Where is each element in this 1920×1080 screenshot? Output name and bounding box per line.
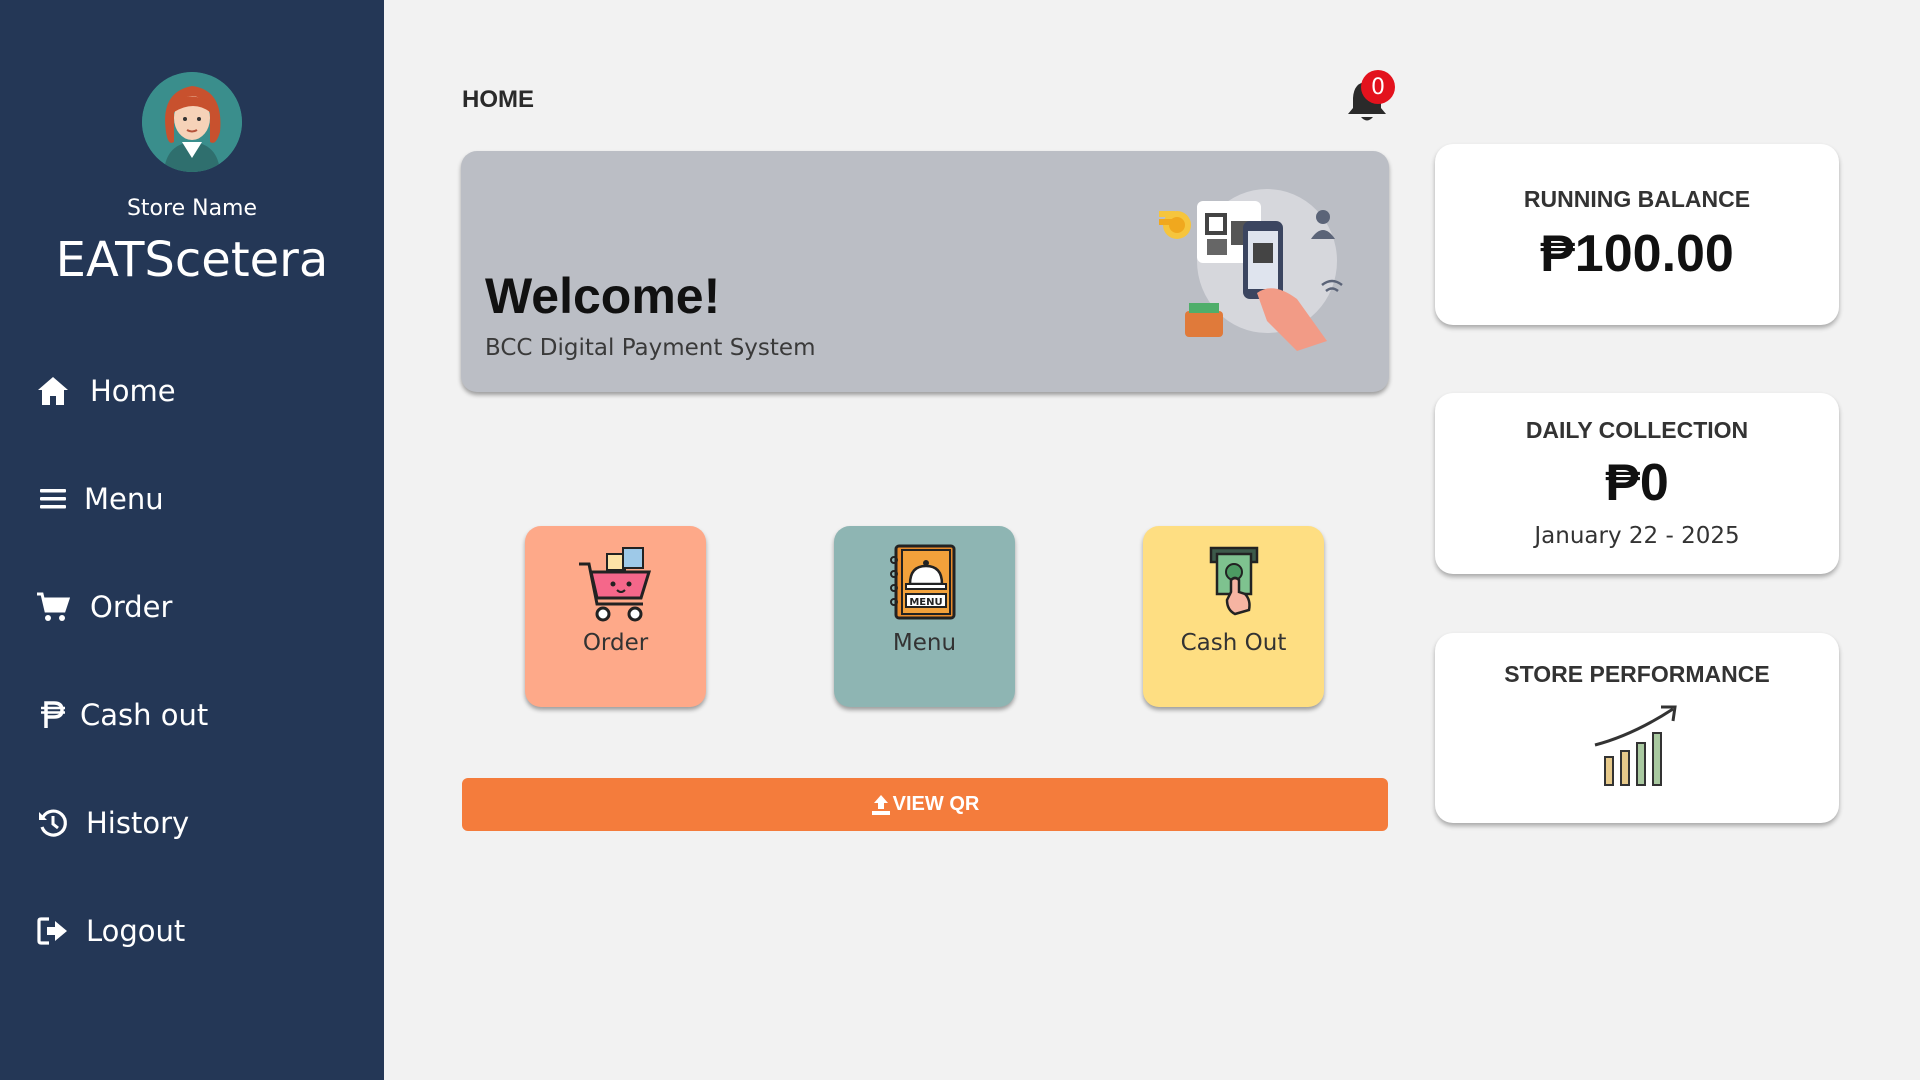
sidebar-item-label: History xyxy=(86,806,190,840)
upload-icon xyxy=(871,794,891,816)
welcome-subtitle: BCC Digital Payment System xyxy=(485,335,816,361)
growth-chart-icon xyxy=(1593,705,1683,789)
daily-collection-date: January 22 - 2025 xyxy=(1534,523,1740,549)
order-tile-button[interactable]: Order xyxy=(525,526,706,707)
store-performance-title: STORE PERFORMANCE xyxy=(1504,661,1770,687)
sidebar-item-label: Order xyxy=(90,590,173,624)
shopping-cart-icon xyxy=(577,544,655,622)
order-tile-label: Order xyxy=(582,630,649,656)
cash-out-tile-button[interactable]: Cash Out xyxy=(1143,526,1324,707)
menu-book-icon: MENU xyxy=(886,544,964,622)
sidebar-item-history[interactable]: History xyxy=(36,795,189,851)
running-balance-card: RUNNING BALANCE ₱100.00 xyxy=(1435,144,1839,325)
store-label: Store Name xyxy=(126,196,258,221)
history-icon xyxy=(36,806,70,840)
menu-tile-label: Menu xyxy=(892,630,957,656)
sidebar-item-home[interactable]: Home xyxy=(36,363,176,419)
running-balance-value: ₱100.00 xyxy=(1540,225,1734,283)
store-name: EATScetera xyxy=(55,232,329,288)
svg-text:MENU: MENU xyxy=(909,597,942,608)
qr-payment-illustration-icon xyxy=(1157,181,1357,361)
welcome-heading: Welcome! xyxy=(485,268,721,324)
cash-out-tile-label: Cash Out xyxy=(1180,630,1287,656)
page-title: HOME xyxy=(462,86,534,113)
sidebar-item-logout[interactable]: Logout xyxy=(36,903,185,959)
welcome-banner: Welcome! BCC Digital Payment System xyxy=(461,151,1389,392)
peso-icon xyxy=(36,698,70,732)
menu-lines-icon xyxy=(36,482,70,516)
cash-out-icon xyxy=(1195,544,1273,622)
sidebar-item-label: Logout xyxy=(86,914,186,948)
running-balance-title: RUNNING BALANCE xyxy=(1523,186,1751,212)
cart-icon xyxy=(36,590,70,624)
daily-collection-value: ₱0 xyxy=(1605,454,1669,512)
daily-collection-title: DAILY COLLECTION xyxy=(1525,417,1749,443)
sidebar-item-label: Menu xyxy=(84,482,164,516)
logout-icon xyxy=(36,914,70,948)
store-performance-card[interactable]: STORE PERFORMANCE xyxy=(1435,633,1839,823)
sidebar-item-label: Cash out xyxy=(80,698,209,732)
sidebar: Store Name EATScetera Home Menu Order Ca… xyxy=(0,0,384,1080)
menu-tile-button[interactable]: MENU Menu xyxy=(834,526,1015,707)
view-qr-label: VIEW QR xyxy=(892,793,980,815)
sidebar-item-order[interactable]: Order xyxy=(36,579,172,635)
notification-badge: 0 xyxy=(1361,70,1395,104)
daily-collection-card: DAILY COLLECTION ₱0 January 22 - 2025 xyxy=(1435,393,1839,574)
avatar xyxy=(142,72,242,172)
sidebar-item-label: Home xyxy=(90,374,176,408)
view-qr-button[interactable]: VIEW QR xyxy=(462,778,1388,831)
sidebar-item-menu[interactable]: Menu xyxy=(36,471,164,527)
sidebar-item-cash-out[interactable]: Cash out xyxy=(36,687,208,743)
home-icon xyxy=(36,374,70,408)
